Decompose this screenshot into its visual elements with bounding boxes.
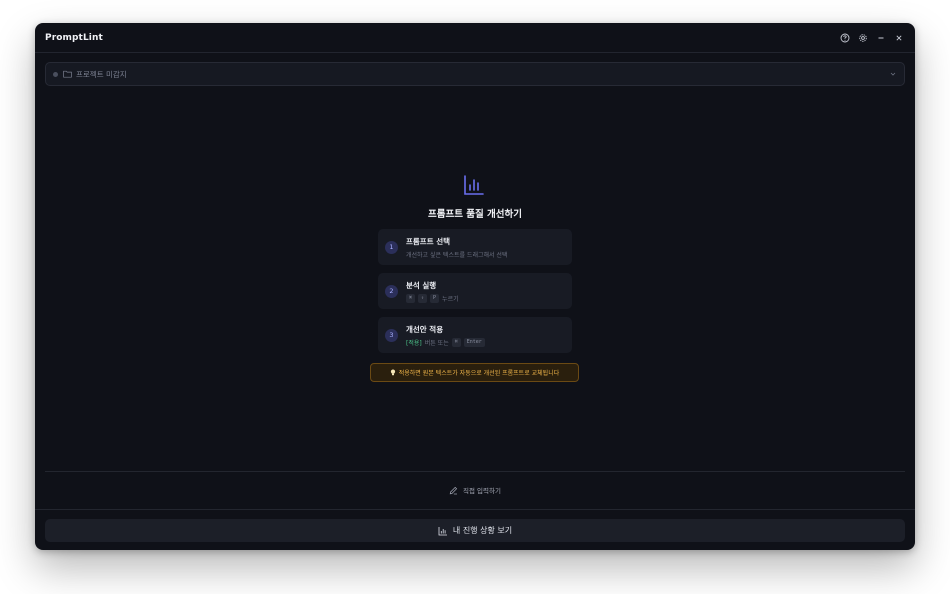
step-card-apply: 3 개선안 적용 [적용] 버튼 또는 ⌘ Enter xyxy=(378,317,572,353)
kbd-cmd: ⌘ xyxy=(451,337,461,347)
gear-icon[interactable] xyxy=(857,32,869,44)
step-title: 프롬프트 선택 xyxy=(406,236,451,246)
hero-title: 프롬프트 품질 개선하기 xyxy=(427,209,522,220)
title-bar: PromptLint xyxy=(35,23,915,53)
app-title: PromptLint xyxy=(45,32,103,43)
chevron-down-icon[interactable] xyxy=(889,70,897,78)
help-icon[interactable] xyxy=(839,32,851,44)
app-window: PromptLint 프로젝트 미감지 프롬프트 품질 개선하기 1 프롬프트 … xyxy=(35,23,915,550)
step-desc-mid: 버튼 또는 xyxy=(424,339,449,347)
step-card-select: 1 프롬프트 선택 개선하고 싶은 텍스트를 드래그해서 선택 xyxy=(378,229,572,265)
view-progress-button[interactable]: 내 진행 상황 보기 xyxy=(45,519,905,542)
step-number: 3 xyxy=(385,328,398,342)
step-card-analyze: 2 분석 실행 ⌘ ⇧ P 누르기 xyxy=(378,273,572,309)
view-progress-label: 내 진행 상황 보기 xyxy=(452,526,513,535)
project-selector[interactable]: 프로젝트 미감지 xyxy=(45,62,905,86)
step-description: ⌘ ⇧ P 누르기 xyxy=(406,293,459,303)
step-title: 개선안 적용 xyxy=(406,324,444,334)
project-status-dot xyxy=(53,71,58,77)
step-title: 분석 실행 xyxy=(406,280,437,290)
kbd-cmd: ⌘ xyxy=(406,293,416,303)
step-number: 2 xyxy=(385,284,398,298)
kbd-p: P xyxy=(430,293,440,303)
window-controls xyxy=(839,32,905,44)
step-desc-text: 개선하고 싶은 텍스트를 드래그해서 선택 xyxy=(406,251,508,259)
step-description: 개선하고 싶은 텍스트를 드래그해서 선택 xyxy=(406,250,507,259)
folder-icon xyxy=(63,70,72,78)
kbd-enter: Enter xyxy=(463,337,485,347)
tip-banner: 적용하면 원본 텍스트가 자동으로 개선된 프롬프트로 교체됩니다 xyxy=(370,363,579,382)
project-label: 프로젝트 미감지 xyxy=(76,69,127,79)
step-desc-suffix: 누르기 xyxy=(442,295,459,303)
pencil-icon xyxy=(449,486,458,495)
close-icon[interactable] xyxy=(893,32,905,44)
tip-text: 적용하면 원본 텍스트가 자동으로 개선된 프롬프트로 교체됩니다 xyxy=(398,370,560,377)
step-number: 1 xyxy=(385,240,398,254)
apply-highlight: [적용] xyxy=(406,339,422,347)
bar-chart-icon xyxy=(463,174,485,196)
minimize-icon[interactable] xyxy=(875,32,887,44)
kbd-shift: ⇧ xyxy=(418,293,428,303)
footer: 내 진행 상황 보기 xyxy=(35,509,915,550)
step-description: [적용] 버튼 또는 ⌘ Enter xyxy=(406,337,485,347)
manual-input-button[interactable]: 직접 입력하기 xyxy=(425,483,525,497)
manual-input-label: 직접 입력하기 xyxy=(463,487,501,495)
lightbulb-icon xyxy=(390,369,396,376)
bar-chart-icon xyxy=(438,526,448,536)
divider xyxy=(45,471,905,472)
